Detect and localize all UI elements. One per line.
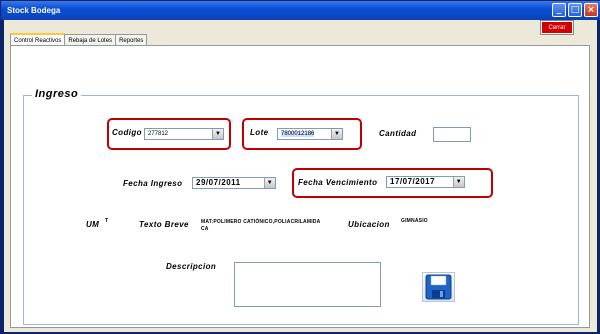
fecha-ingreso-value: 29/07/2011 — [196, 178, 241, 187]
floppy-disk-icon — [425, 274, 452, 300]
tab-control-reactivos[interactable]: Control Reactivos — [10, 33, 66, 45]
lote-label: Lote — [250, 128, 269, 137]
codigo-label: Codigo — [112, 128, 142, 137]
chevron-down-icon[interactable]: ▼ — [331, 129, 342, 139]
chevron-down-icon[interactable]: ▼ — [264, 178, 275, 188]
ubicacion-label: Ubicacion — [348, 220, 390, 229]
cantidad-input[interactable] — [433, 127, 471, 142]
close-icon[interactable]: × — [584, 3, 598, 17]
minimize-icon[interactable]: _ — [552, 3, 566, 17]
app-window: Stock Bodega _ □ × Cerrar Control Reacti… — [0, 0, 600, 334]
texto-breve-label: Texto Breve — [139, 220, 189, 229]
cantidad-label: Cantidad — [379, 129, 417, 138]
lote-dropdown[interactable]: 7800012186 ▼ — [277, 128, 343, 140]
save-button[interactable] — [422, 272, 455, 302]
descripcion-textarea[interactable] — [234, 262, 381, 307]
tab-panel: Ingreso Codigo 277812 ▼ Lote 7800012186 … — [10, 45, 590, 328]
fecha-ingreso-picker[interactable]: 29/07/2011 ▼ — [192, 177, 276, 189]
chevron-down-icon[interactable]: ▼ — [453, 177, 464, 187]
codigo-value: 277812 — [148, 131, 169, 137]
close-button[interactable]: Cerrar — [540, 20, 574, 35]
fecha-vencimiento-picker[interactable]: 17/07/2017 ▼ — [386, 176, 465, 188]
tab-strip: Control Reactivos Rebaja de Lotes Report… — [10, 33, 148, 45]
tab-reportes[interactable]: Reportes — [115, 34, 148, 45]
group-title: Ingreso — [32, 88, 82, 100]
window-controls: _ □ × — [552, 3, 598, 17]
fecha-ingreso-label: Fecha Ingreso — [123, 179, 183, 188]
ubicacion-value: GIMNASIO — [401, 218, 428, 224]
um-value: T — [105, 218, 109, 224]
fecha-vencimiento-label: Fecha Vencimiento — [298, 178, 378, 187]
client-area: Cerrar Control Reactivos Rebaja de Lotes… — [4, 20, 597, 332]
chevron-down-icon[interactable]: ▼ — [212, 129, 223, 139]
texto-breve-line1: MAT:POLIMERO CATIÓNICO,POLIACRILAMIDA — [201, 219, 321, 225]
descripcion-label: Descripcion — [166, 262, 217, 271]
fecha-vencimiento-value: 17/07/2017 — [390, 177, 436, 186]
texto-breve-line2: CA — [201, 226, 209, 232]
window-title: Stock Bodega — [7, 6, 61, 15]
codigo-dropdown[interactable]: 277812 ▼ — [144, 128, 224, 140]
lote-value: 7800012186 — [281, 131, 315, 137]
title-bar[interactable]: Stock Bodega _ □ × — [1, 1, 600, 20]
tab-rebaja-de-lotes[interactable]: Rebaja de Lotes — [64, 34, 117, 45]
maximize-icon[interactable]: □ — [568, 3, 582, 17]
um-label: UM — [86, 220, 100, 229]
